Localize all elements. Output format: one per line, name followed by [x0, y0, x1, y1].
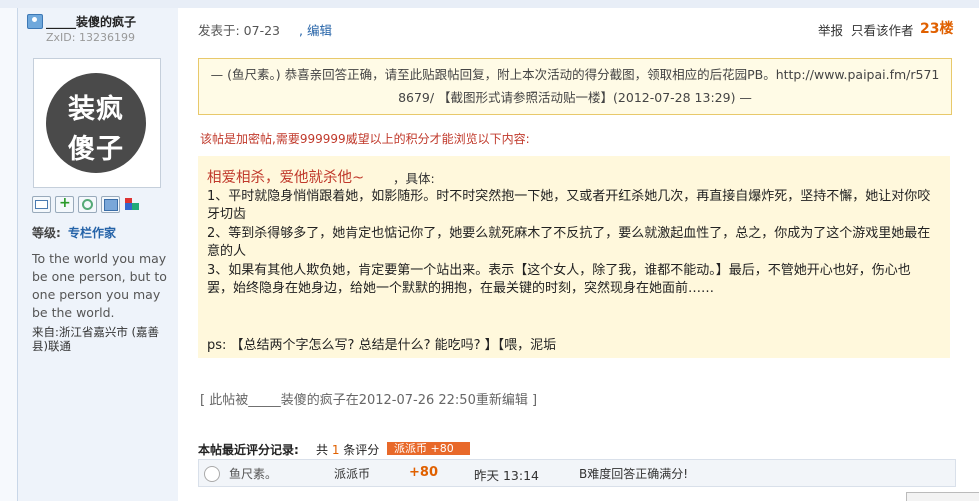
post-content: 发表于: 07-23 , 编辑 举报 只看该作者 23楼 — (鱼尺素。) 恭喜… [178, 8, 979, 501]
author-action-icons [32, 195, 141, 214]
level-value[interactable]: 专栏作家 [68, 224, 116, 241]
hidden-title: 相爱相杀，爱他就杀他~ [207, 170, 365, 186]
rating-label: 本帖最近评分记录: [198, 443, 299, 457]
corner-element [906, 492, 979, 501]
rating-reason: B难度回答正确满分! [579, 467, 689, 481]
group-icon[interactable] [124, 196, 141, 211]
rating-count: 共 1 条评分 [316, 443, 380, 457]
level-label: 等级: [32, 226, 61, 240]
rater-name[interactable]: 鱼尺素。 [229, 465, 277, 482]
hidden-body: 1、平时就隐身悄悄跟着她，如影随形。时不时突然抱一下她，又或者开红杀她几次，再直… [207, 188, 932, 299]
message-icon[interactable] [32, 196, 51, 213]
point-item: 2、等到杀得够多了，她肯定也惦记你了，她要么就死麻木了不反抗了，要么就激起血性了… [207, 226, 931, 259]
point-item: 1、平时就隐身悄悄跟着她，如影随形。时不时突然抱一下她，又或者开红杀她几次，再直… [207, 189, 931, 222]
edit-link[interactable]: , 编辑 [299, 20, 332, 39]
post-time: 发表于: 07-23 [198, 23, 281, 38]
encrypted-notice: 该帖是加密帖,需要999999威望以上的积分才能浏览以下内容: [200, 132, 530, 146]
rating-row: 鱼尺素。 派派币 +80 昨天 13:14 B难度回答正确满分! [198, 459, 956, 487]
search-posts-icon[interactable] [78, 196, 97, 213]
avatar-text-line1: 装疯 [68, 94, 124, 125]
hidden-content-box: 相爱相杀，爱他就杀他~ ，具体: 1、平时就隐身悄悄跟着她，如影随形。时不时突然… [198, 156, 950, 358]
point-item: 3、如果有其他人欺负她，肯定要第一个站出来。表示【这个女人，除了我，谁都不能动。… [207, 263, 911, 296]
avatar-text-line2: 傻子 [68, 134, 124, 165]
author-location: 来自:浙江省嘉兴市 (嘉善县)联通 [32, 325, 160, 353]
author-zxid: ZxID: 13236199 [46, 31, 135, 44]
postscript: ps: 【总结两个字怎么写? 总结是什么? 能吃吗? 】【喂，泥垢 [207, 338, 557, 353]
hidden-title-suffix: ，具体: [393, 171, 435, 186]
edit-history: [ 此帖被_____装傻的疯子在2012-07-26 22:50重新编辑 ] [200, 393, 538, 408]
avatar-image: 装疯 傻子 [46, 73, 146, 173]
only-author-link[interactable]: 只看该作者 [851, 20, 914, 39]
profile-card-icon[interactable] [101, 196, 120, 213]
floor-number: 23楼 [920, 21, 954, 37]
rating-amount: +80 [409, 465, 438, 480]
avatar[interactable]: 装疯 傻子 [33, 58, 161, 188]
author-signature: To the world you may be one person, but … [32, 251, 167, 320]
user-status-icon [27, 14, 43, 29]
author-username[interactable]: _____装傻的疯子 [46, 13, 136, 30]
report-link[interactable]: 举报 [818, 20, 843, 39]
quote-box: — (鱼尺素。) 恭喜亲回答正确，请至此贴跟帖回复，附上本次活动的得分截图，领取… [198, 58, 952, 115]
add-friend-icon[interactable] [55, 195, 74, 213]
author-sidebar: _____装傻的疯子 ZxID: 13236199 装疯 傻子 等级: 专栏作家… [17, 8, 179, 501]
rating-currency: 派派币 [334, 467, 371, 481]
left-gutter [0, 8, 17, 501]
rating-badge[interactable]: 派派币 +80 [387, 442, 470, 455]
rater-avatar-icon [204, 466, 220, 482]
rating-time: 昨天 13:14 [474, 468, 539, 483]
quote-text: — (鱼尺素。) 恭喜亲回答正确，请至此贴跟帖回复，附上本次活动的得分截图，领取… [210, 67, 940, 105]
